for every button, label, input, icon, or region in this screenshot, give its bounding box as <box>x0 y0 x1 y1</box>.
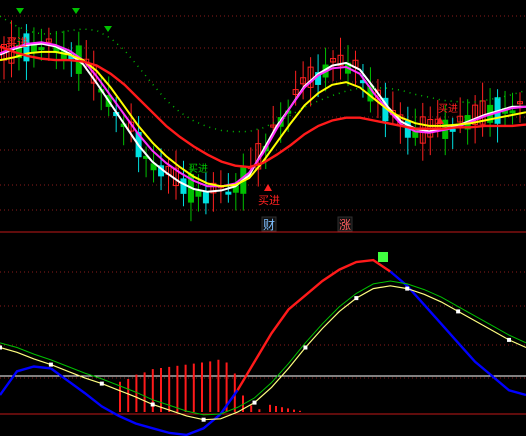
dea-marker <box>405 286 410 291</box>
buy-signal-label: 买进 <box>258 194 280 207</box>
candle-body <box>202 190 209 204</box>
dea-marker <box>48 362 53 367</box>
candle-body <box>225 191 232 195</box>
peak-marker-icon <box>378 252 388 262</box>
candle-body <box>509 110 516 114</box>
tag-zhang: 涨 <box>339 217 351 232</box>
macd-dif-line-rise <box>236 258 391 391</box>
candlesticks <box>1 20 523 222</box>
macd-dif-line-start <box>0 365 52 396</box>
sell-arrow-icon <box>16 8 24 14</box>
candle-body <box>449 128 456 132</box>
dea-marker <box>507 337 512 342</box>
dea-marker <box>456 309 461 314</box>
buy-signal-label: 买进 <box>188 163 208 175</box>
dea-marker <box>354 296 359 301</box>
macd-panel <box>0 252 526 436</box>
trade-signals: 买进买进买进买进 <box>6 8 458 207</box>
event-tags: 财涨 <box>261 216 353 232</box>
buy-signal-label: 买进 <box>438 103 458 115</box>
dea-marker <box>99 381 104 386</box>
buy-arrow-icon <box>264 184 272 191</box>
macd-dea-line <box>0 285 526 421</box>
candle-body <box>195 190 202 197</box>
candle-body <box>180 178 187 194</box>
buy-signal-label: 买进 <box>6 36 28 49</box>
dea-marker <box>252 400 257 405</box>
stock-chart: 买进买进买进买进 财涨 <box>0 8 526 436</box>
candle-body <box>38 47 45 51</box>
dea-marker <box>201 417 206 422</box>
dea-marker <box>0 345 2 350</box>
sell-arrow-icon <box>104 26 112 32</box>
dea-marker <box>150 402 155 407</box>
tag-cai: 财 <box>263 218 275 232</box>
sell-arrow-icon <box>72 8 80 14</box>
dea-marker <box>303 345 308 350</box>
